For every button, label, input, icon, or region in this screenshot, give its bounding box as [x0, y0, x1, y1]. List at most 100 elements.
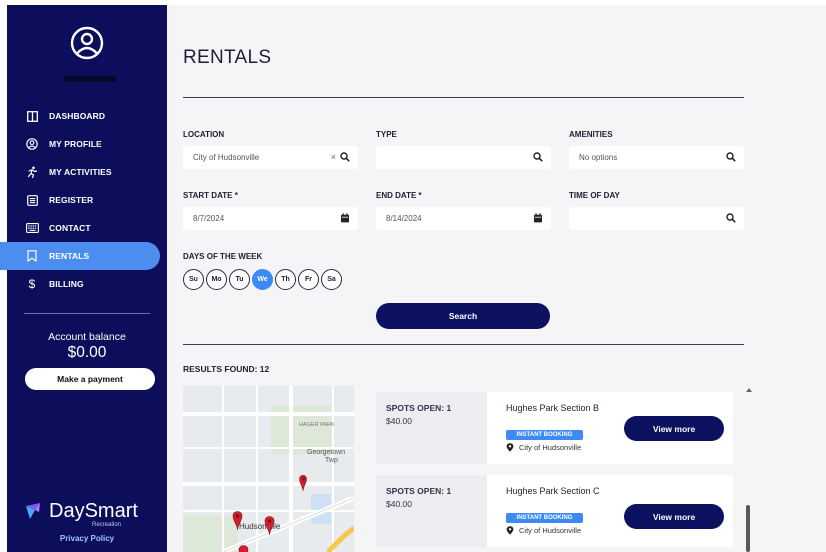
logo-subtext: Recreation	[92, 522, 122, 528]
time-of-day-label: TIME OF DAY	[569, 191, 620, 200]
day-thursday[interactable]: Th	[275, 269, 296, 290]
title-divider	[183, 97, 744, 98]
nav-rentals[interactable]: RENTALS	[0, 242, 160, 270]
daysmart-logo-icon	[26, 503, 40, 519]
days-of-week-label: DAYS OF THE WEEK	[183, 252, 263, 261]
nav-label: MY ACTIVITIES	[49, 167, 112, 177]
search-button[interactable]: Search	[376, 303, 550, 329]
nav-label: RENTALS	[49, 251, 90, 261]
day-tuesday[interactable]: Tu	[229, 269, 250, 290]
result-card: SPOTS OPEN: 1 $40.00 Hughes Park Section…	[376, 392, 733, 464]
layout-columns-icon	[25, 109, 39, 123]
sidebar-divider	[24, 313, 150, 314]
type-label: TYPE	[376, 130, 397, 139]
user-avatar-icon[interactable]	[70, 26, 104, 60]
results-count: RESULTS FOUND: 12	[183, 364, 270, 374]
day-sunday[interactable]: Su	[183, 269, 204, 290]
map-label: Twp	[325, 457, 338, 464]
nav-my-activities[interactable]: MY ACTIVITIES	[7, 158, 167, 186]
clear-icon[interactable]: ×	[331, 152, 336, 162]
location-field[interactable]: City of Hudsonville ×	[183, 146, 358, 169]
daysmart-logo: DaySmart	[24, 501, 138, 521]
username-redacted	[64, 76, 116, 82]
location-label: LOCATION	[183, 130, 225, 139]
facility-location-text: City of Hudsonville	[519, 526, 582, 535]
day-monday[interactable]: Mo	[206, 269, 227, 290]
location-value: City of Hudsonville	[193, 153, 260, 162]
result-card: SPOTS OPEN: 1 $40.00 Hughes Park Section…	[376, 475, 733, 547]
dollar-icon: $	[28, 277, 36, 291]
make-payment-button[interactable]: Make a payment	[25, 368, 155, 390]
results-divider	[183, 344, 744, 345]
results-map[interactable]: HAGER PARK Georgetown Twp Hudsonville	[183, 386, 354, 552]
nav-billing[interactable]: $ BILLING	[7, 270, 167, 298]
price: $40.00	[386, 416, 412, 426]
search-icon[interactable]	[726, 213, 736, 223]
account-balance-value: $0.00	[67, 344, 107, 361]
keyboard-icon	[25, 221, 39, 235]
instant-booking-badge: INSTANT BOOKING	[506, 430, 583, 440]
price: $40.00	[386, 499, 412, 509]
account-balance-label: Account balance	[48, 331, 126, 343]
amenities-placeholder: No options	[579, 153, 618, 162]
amenities-label: AMENITIES	[569, 130, 613, 139]
sidebar: DASHBOARD MY PROFILE MY ACTIVITIES REGIS…	[0, 5, 167, 552]
end-date-field[interactable]: 8/14/2024	[376, 207, 551, 230]
nav-my-profile[interactable]: MY PROFILE	[7, 130, 167, 158]
nav-label: REGISTER	[49, 195, 94, 205]
sidebar-nav: DASHBOARD MY PROFILE MY ACTIVITIES REGIS…	[0, 102, 167, 298]
day-friday[interactable]: Fr	[298, 269, 319, 290]
spots-open: SPOTS OPEN: 1	[386, 403, 452, 413]
days-of-week-selector: Su Mo Tu We Th Fr Sa	[183, 269, 342, 290]
map-pin-icon[interactable]	[238, 545, 249, 552]
user-circle-icon	[25, 137, 39, 151]
nav-label: CONTACT	[49, 223, 91, 233]
nav-register[interactable]: REGISTER	[7, 186, 167, 214]
start-date-label: START DATE *	[183, 191, 238, 200]
nav-dashboard[interactable]: DASHBOARD	[7, 102, 167, 130]
amenities-field[interactable]: No options	[569, 146, 744, 169]
day-wednesday[interactable]: We	[252, 269, 273, 290]
privacy-policy-link[interactable]: Privacy Policy	[7, 534, 167, 543]
search-icon[interactable]	[726, 152, 736, 162]
map-label: Georgetown	[307, 449, 345, 456]
facility-location: City of Hudsonville	[506, 443, 581, 452]
location-pin-icon	[506, 526, 514, 535]
nav-label: DASHBOARD	[49, 111, 106, 121]
results-scrollbar-thumb[interactable]	[746, 505, 750, 552]
nav-contact[interactable]: CONTACT	[7, 214, 167, 242]
spots-open: SPOTS OPEN: 1	[386, 486, 452, 496]
instant-booking-badge: INSTANT BOOKING	[506, 513, 583, 523]
running-person-icon	[25, 165, 39, 179]
main-content: RENTALS LOCATION City of Hudsonville × T…	[167, 5, 826, 552]
facility-location: City of Hudsonville	[506, 526, 581, 535]
result-card-summary: SPOTS OPEN: 1 $40.00	[376, 392, 487, 464]
calendar-icon[interactable]	[533, 213, 543, 223]
search-icon[interactable]	[533, 152, 543, 162]
nav-label: MY PROFILE	[49, 139, 102, 149]
page-title: RENTALS	[183, 47, 272, 68]
map-label: Hudsonville	[239, 522, 281, 531]
location-pin-icon	[506, 443, 514, 452]
day-saturday[interactable]: Sa	[321, 269, 342, 290]
time-of-day-field[interactable]	[569, 207, 744, 230]
end-date-label: END DATE *	[376, 191, 422, 200]
facility-location-text: City of Hudsonville	[519, 443, 582, 452]
scroll-up-arrow-icon[interactable]	[745, 386, 753, 394]
start-date-value: 8/7/2024	[193, 214, 225, 223]
view-more-button[interactable]: View more	[624, 504, 724, 529]
list-box-icon	[25, 193, 39, 207]
search-icon[interactable]	[340, 152, 350, 162]
type-field[interactable]	[376, 146, 551, 169]
facility-name: Hughes Park Section C	[506, 486, 600, 496]
logo-text: DaySmart	[49, 500, 138, 522]
start-date-field[interactable]: 8/7/2024	[183, 207, 358, 230]
view-more-button[interactable]: View more	[624, 416, 724, 441]
map-label: HAGER PARK	[299, 422, 335, 428]
end-date-value: 8/14/2024	[386, 214, 422, 223]
nav-label: BILLING	[49, 279, 84, 289]
bookmark-icon	[25, 249, 39, 263]
facility-name: Hughes Park Section B	[506, 403, 600, 413]
result-card-summary: SPOTS OPEN: 1 $40.00	[376, 475, 487, 547]
calendar-icon[interactable]	[340, 213, 350, 223]
